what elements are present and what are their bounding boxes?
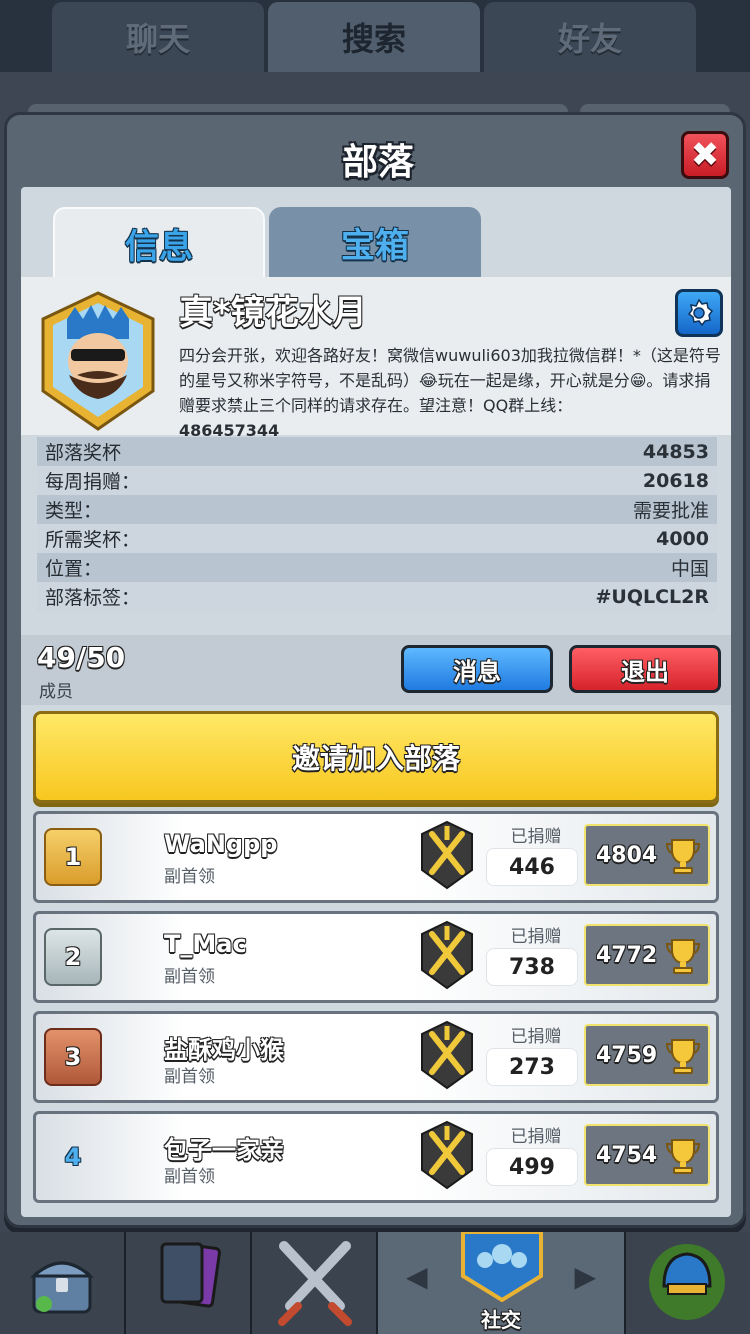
trophy-icon	[665, 939, 701, 974]
member-row[interactable]: 2 T_Mac 副首领 已捐赠 738 4772	[33, 911, 719, 1003]
stat-value: 4000	[656, 527, 709, 550]
stat-label: 类型：	[45, 500, 103, 522]
stat-label: 部落奖杯	[45, 442, 122, 464]
chevron-right-icon[interactable]: ▶	[574, 1260, 596, 1293]
panel-title: 部落	[341, 142, 414, 183]
stat-label: 所需奖杯：	[45, 529, 141, 551]
donated-value: 446	[486, 848, 578, 886]
stat-value: 需要批准	[632, 500, 709, 522]
rank-badge: 4	[64, 1143, 82, 1171]
crossed-swords-rank-icon	[421, 1120, 473, 1190]
stat-row: 类型： 需要批准	[37, 495, 717, 524]
tab-friends[interactable]: 好友	[484, 2, 696, 72]
members-header: 49/50 成员 消息 退出	[21, 635, 731, 705]
nav-shop[interactable]	[0, 1232, 126, 1334]
member-name: 盐酥鸡小猴	[164, 1036, 284, 1064]
top-tab-bar: 聊天 搜索 好友	[0, 0, 750, 72]
stat-value: #UQLCL2R	[595, 585, 709, 608]
close-icon: ✖	[690, 135, 720, 175]
stat-row: 位置： 中国	[37, 553, 717, 582]
nav-cards[interactable]	[126, 1232, 252, 1334]
donated-value: 499	[486, 1148, 578, 1186]
message-button[interactable]: 消息	[401, 645, 553, 693]
stat-value: 中国	[670, 558, 709, 580]
cards-icon	[160, 1242, 221, 1308]
donated-label: 已捐赠	[510, 1127, 562, 1147]
donated-label: 已捐赠	[510, 827, 562, 847]
trophy-count: 4772	[596, 942, 658, 968]
leave-button[interactable]: 退出	[569, 645, 721, 693]
tab-search[interactable]: 搜索	[268, 2, 480, 72]
trophy-box: 4772	[584, 924, 710, 986]
tab-chest[interactable]: 宝箱	[269, 207, 481, 277]
donated-value: 273	[486, 1048, 578, 1086]
invite-button[interactable]: 邀请加入部落	[33, 711, 719, 803]
crossed-swords-icon	[278, 1241, 352, 1326]
clan-stats-table: 部落奖杯 44853 每周捐赠： 20618 类型： 需要批准 所需奖杯： 4000 位…	[37, 437, 717, 611]
stat-label: 位置：	[45, 558, 103, 580]
trophy-count: 4804	[596, 842, 658, 868]
chevron-left-icon[interactable]: ◀	[406, 1260, 428, 1293]
stat-label: 每周捐赠：	[45, 471, 141, 493]
social-icon	[461, 1232, 543, 1302]
gear-icon	[687, 298, 714, 327]
member-name: 包子一家亲	[164, 1136, 284, 1164]
trophy-icon	[665, 1139, 701, 1174]
donated-value: 738	[486, 948, 578, 986]
chest-icon	[30, 1261, 94, 1314]
stat-row: 所需奖杯： 4000	[37, 524, 717, 553]
crossed-swords-rank-icon	[421, 920, 473, 990]
crossed-swords-rank-icon	[421, 820, 473, 890]
donated-label: 已捐赠	[510, 927, 562, 947]
nav-battle[interactable]	[252, 1232, 378, 1334]
member-count: 49/50	[37, 641, 126, 674]
member-role: 副首领	[164, 967, 215, 987]
stat-value: 44853	[642, 440, 709, 463]
trophy-box: 4754	[584, 1124, 710, 1186]
clan-description: 四分会开张，欢迎各路好友！窝微信wuwuli603加我拉微信群！*（这是符号的星…	[179, 343, 723, 443]
member-label: 成员	[39, 682, 73, 702]
member-role: 副首领	[164, 1067, 215, 1087]
panel-content: 信息 宝箱 真*镜花水月 四分会开张，欢迎各路好友！窝微信wuwuli603加我…	[21, 187, 731, 1217]
member-name: T_Mac	[164, 930, 247, 958]
member-row[interactable]: 4 包子一家亲 副首领 已捐赠 499 4754	[33, 1111, 719, 1203]
nav-social[interactable]: ◀ ▶ 社交	[378, 1232, 626, 1334]
stat-row: 部落奖杯 44853	[37, 437, 717, 466]
trophy-count: 4759	[596, 1042, 658, 1068]
clan-panel: 部落 ✖ 信息 宝箱 真*镜花水月 四分会开张，欢迎各路好友！窝微信wuwuli…	[4, 112, 746, 1228]
donated-label: 已捐赠	[510, 1027, 562, 1047]
tournament-helmet-icon	[649, 1244, 725, 1320]
stat-label: 部落标签：	[45, 587, 141, 609]
trophy-count: 4754	[596, 1142, 658, 1168]
crossed-swords-rank-icon	[421, 1020, 473, 1090]
tab-info[interactable]: 信息	[53, 207, 265, 277]
trophy-box: 4804	[584, 824, 710, 886]
rank-badge: 1	[44, 828, 102, 886]
king-shield-badge-icon	[41, 291, 155, 431]
member-row[interactable]: 3 盐酥鸡小猴 副首领 已捐赠 273 4759	[33, 1011, 719, 1103]
trophy-icon	[665, 1039, 701, 1074]
nav-social-label: 社交	[481, 1308, 521, 1332]
settings-button[interactable]	[675, 289, 723, 337]
description-text: 四分会开张，欢迎各路好友！窝微信wuwuli603加我拉微信群！*（这是符号的星…	[179, 346, 721, 415]
close-button[interactable]: ✖	[681, 131, 729, 179]
member-name: WaNgpp	[164, 830, 278, 858]
member-role: 副首领	[164, 1167, 215, 1187]
rank-badge: 2	[44, 928, 102, 986]
stat-row: 部落标签： #UQLCL2R	[37, 582, 717, 611]
stat-value: 20618	[642, 469, 709, 492]
rank-badge: 3	[44, 1028, 102, 1086]
bottom-nav: ◀ ▶ 社交	[0, 1232, 750, 1334]
clan-name: 真*镜花水月	[179, 293, 367, 333]
member-role: 副首领	[164, 867, 215, 887]
trophy-icon	[665, 839, 701, 874]
clan-info-card: 真*镜花水月 四分会开张，欢迎各路好友！窝微信wuwuli603加我拉微信群！*…	[21, 277, 731, 440]
tab-chat[interactable]: 聊天	[52, 2, 264, 72]
nav-tournament[interactable]	[626, 1232, 750, 1334]
member-row[interactable]: 1 WaNgpp 副首领 已捐赠 446 4804	[33, 811, 719, 903]
trophy-box: 4759	[584, 1024, 710, 1086]
stat-row: 每周捐赠： 20618	[37, 466, 717, 495]
